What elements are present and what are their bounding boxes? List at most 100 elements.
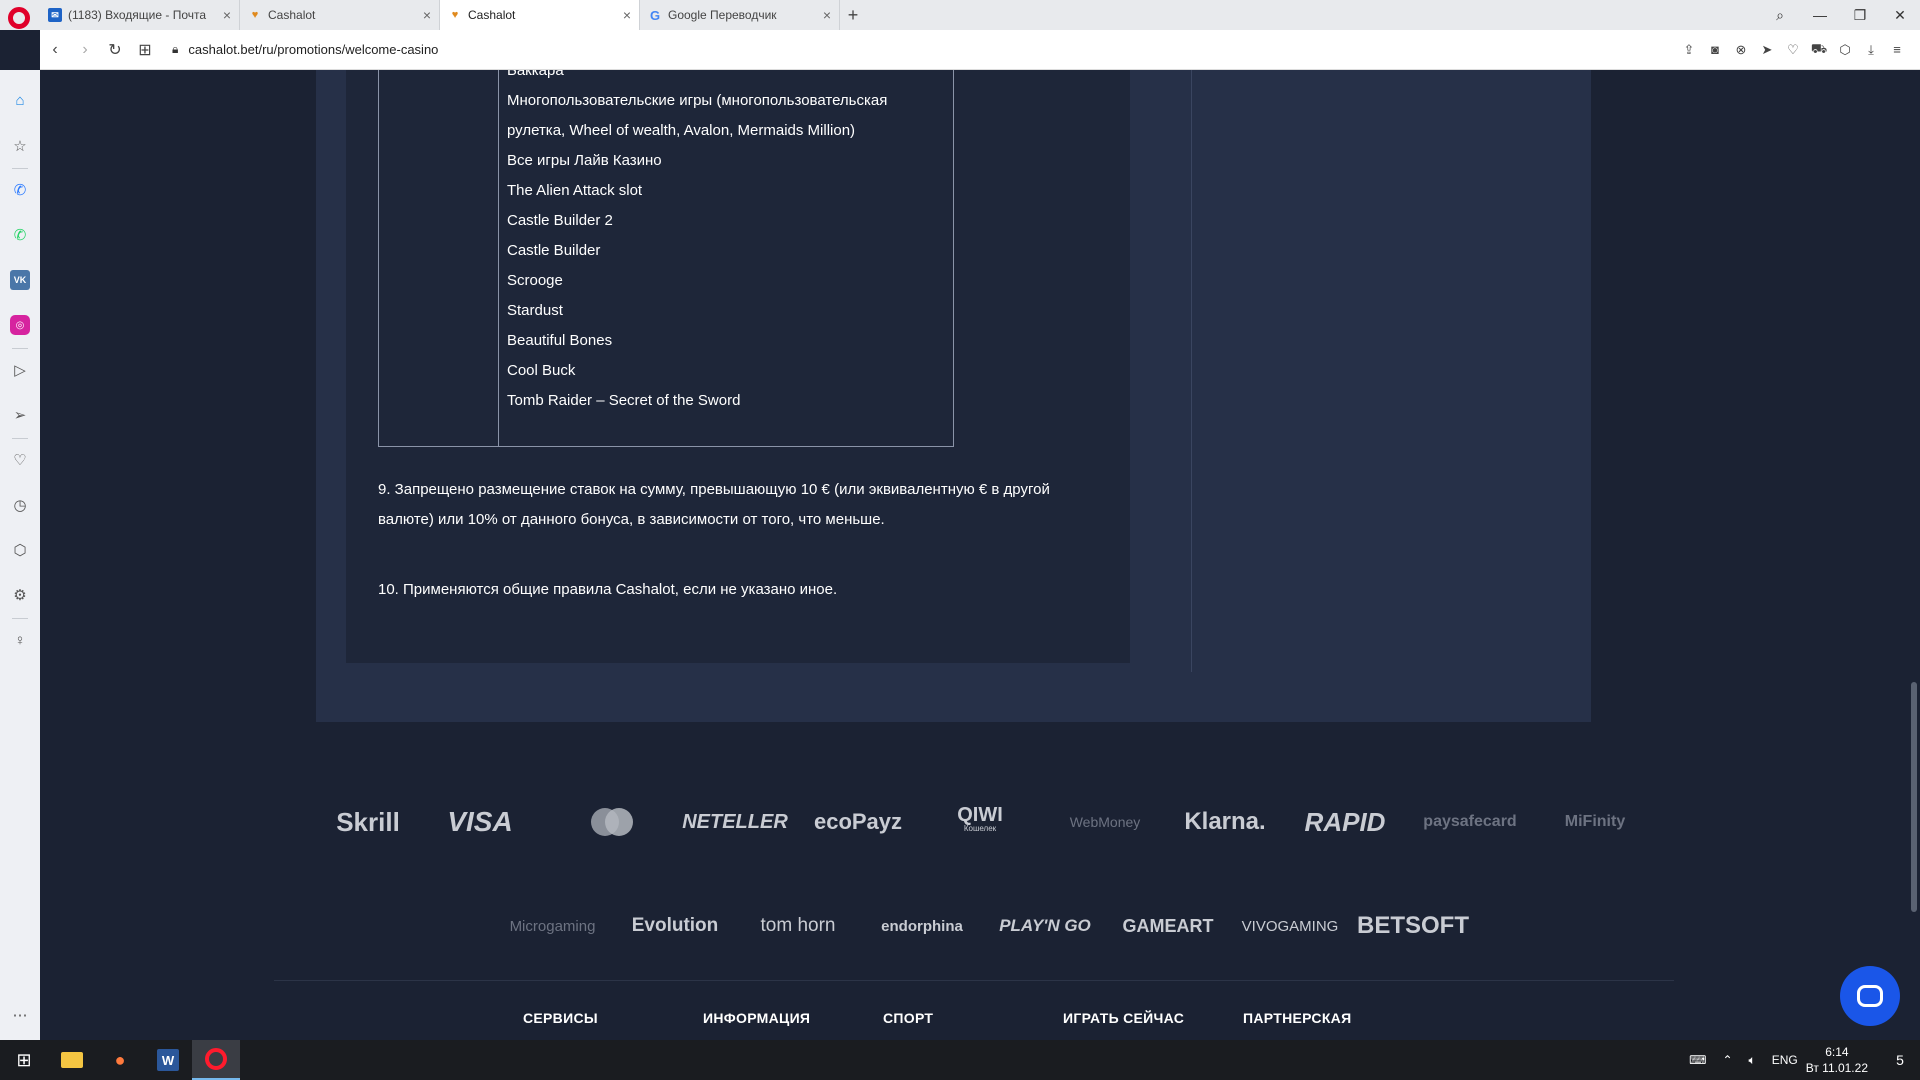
restore-icon[interactable]: ❐	[1840, 7, 1880, 24]
camera-icon[interactable]: ◙	[1702, 42, 1728, 57]
heart-icon[interactable]: ♡	[1780, 42, 1806, 58]
taskbar-opera[interactable]	[192, 1040, 240, 1080]
lightbulb-icon[interactable]: ♀	[10, 630, 30, 650]
page-scrollbar[interactable]	[1908, 70, 1920, 1040]
drop-icon: ●	[114, 1049, 126, 1070]
tab-strip: ✉ (1183) Входящие - Почта × ♥ Cashalot ×…	[0, 0, 1920, 30]
speed-dial-icon[interactable]: ⊞	[130, 40, 160, 60]
settings-icon[interactable]: ⚙	[10, 585, 30, 605]
payment-logos: Skrill VISA NETELLER ecoPayz QIWI Кошеле…	[40, 792, 1920, 852]
volume-icon[interactable]: 🔈︎	[1749, 1053, 1756, 1068]
rule-9-line-1: 9. Запрещено размещение ставок на сумму,…	[378, 481, 1050, 498]
footer-nav-information[interactable]: ИНФОРМАЦИЯ	[703, 1010, 810, 1026]
history-icon[interactable]: ◷	[10, 495, 30, 515]
list-item: Многопользовательские игры (многопользов…	[507, 92, 888, 109]
mifinity-logo: MiFinity	[1564, 813, 1626, 830]
opera-menu-icon[interactable]	[8, 7, 30, 29]
instagram-icon[interactable]: ◎	[10, 315, 30, 335]
messenger-icon[interactable]: ✆	[10, 180, 30, 200]
qiwi-sub: Кошелек	[963, 824, 997, 833]
chat-icon	[1857, 985, 1883, 1007]
taskbar-app-drop[interactable]: ●	[96, 1040, 144, 1080]
tabs: ✉ (1183) Входящие - Почта × ♥ Cashalot ×…	[40, 0, 866, 30]
cashalot-icon: ♥	[451, 9, 459, 21]
more-icon[interactable]: ⋯	[10, 1005, 30, 1025]
search-tabs-icon[interactable]: ⌕	[1760, 7, 1800, 24]
scrollbar-thumb[interactable]	[1911, 682, 1917, 912]
sidebar-divider	[12, 348, 28, 349]
microgaming-logo: Microgaming	[509, 917, 596, 935]
share-icon[interactable]: ⇪	[1676, 42, 1702, 58]
heart-icon[interactable]: ♡	[10, 450, 30, 470]
tab-cashalot-1[interactable]: ♥ Cashalot ×	[240, 0, 440, 30]
new-tab-button[interactable]: +	[840, 0, 866, 30]
whatsapp-icon[interactable]: ✆	[10, 225, 30, 245]
cube-icon[interactable]: ⬡	[1832, 42, 1858, 58]
folder-icon	[61, 1052, 83, 1068]
tab-mail[interactable]: ✉ (1183) Входящие - Почта ×	[40, 0, 240, 30]
windows-taskbar: ⊞ ● W ⌨ ⌃ 🔈︎ ENG 6:14 Вт 11.01.22 5	[0, 1040, 1920, 1080]
chevron-up-icon[interactable]: ⌃	[1722, 1053, 1732, 1067]
send-icon[interactable]: ➤	[1754, 42, 1780, 58]
list-item: Castle Builder 2	[507, 212, 613, 229]
gameart-logo: GAMEART	[1122, 915, 1214, 936]
toolbar-icons: ⇪ ◙ ⊗ ➤ ♡ ⛟ ⬡ ⤓ ≡	[1676, 41, 1910, 59]
live-chat-button[interactable]	[1840, 966, 1900, 1026]
endorphina-logo: endorphina	[881, 917, 963, 935]
clock[interactable]: 6:14 Вт 11.01.22	[1806, 1044, 1868, 1076]
forward-icon[interactable]: ›	[70, 41, 100, 59]
tab-close-icon[interactable]: ×	[623, 7, 631, 23]
footer-nav-services[interactable]: СЕРВИСЫ	[523, 1010, 598, 1026]
footer-nav-affiliate[interactable]: ПАРТНЕРСКАЯ	[1243, 1010, 1351, 1026]
excluded-games-table: Баккара Многопользовательские игры (мног…	[378, 70, 954, 447]
start-button[interactable]: ⊞	[0, 1040, 48, 1080]
column-divider	[1191, 70, 1192, 672]
tab-close-icon[interactable]: ×	[823, 7, 831, 23]
send-icon[interactable]: ➢	[10, 405, 30, 425]
url-field[interactable]: cashalot.bet/ru/promotions/welcome-casin…	[188, 42, 1676, 57]
word-icon: W	[157, 1049, 179, 1071]
clock-time: 6:14	[1825, 1045, 1849, 1059]
player-icon[interactable]: ▷	[10, 360, 30, 380]
sidebar-divider	[12, 438, 28, 439]
list-item: рулетка, Wheel of wealth, Avalon, Mermai…	[507, 122, 856, 139]
language-indicator[interactable]: ENG	[1772, 1053, 1798, 1067]
webmoney-logo: WebMoney	[1069, 814, 1141, 830]
cube-icon[interactable]: ⬡	[10, 540, 30, 560]
notifications-icon[interactable]: 5	[1880, 1040, 1920, 1080]
minimize-icon[interactable]: —	[1800, 7, 1840, 23]
rule-10: 10. Применяются общие правила Cashalot, …	[378, 581, 838, 598]
footer-nav-play-now[interactable]: ИГРАТЬ СЕЙЧАС	[1063, 1010, 1184, 1026]
star-icon[interactable]: ☆	[10, 136, 30, 156]
tab-cashalot-2[interactable]: ♥ Cashalot ×	[440, 0, 640, 30]
close-window-icon[interactable]: ✕	[1880, 7, 1920, 24]
rule-9-line-2: валюте) или 10% от данного бонуса, в зав…	[378, 511, 885, 528]
keyboard-icon[interactable]: ⌨	[1689, 1053, 1706, 1067]
home-icon[interactable]: ⌂	[10, 90, 30, 110]
adblock-icon[interactable]: ⊗	[1728, 42, 1754, 58]
vk-icon[interactable]: VK	[10, 270, 30, 290]
list-item: Scrooge	[507, 272, 563, 289]
tab-close-icon[interactable]: ×	[423, 7, 431, 23]
back-icon[interactable]: ‹	[40, 41, 70, 59]
taskbar-explorer[interactable]	[48, 1040, 96, 1080]
tab-close-icon[interactable]: ×	[223, 7, 231, 23]
sidebar-divider	[12, 168, 28, 169]
lock-icon[interactable]: 🔒︎	[172, 42, 178, 57]
tab-google-translate[interactable]: G Google Переводчик ×	[640, 0, 840, 30]
google-translate-icon: G	[649, 7, 661, 23]
provider-logos: Microgaming Evolution tom horn endorphin…	[40, 896, 1920, 956]
taskbar-word[interactable]: W	[144, 1040, 192, 1080]
reload-icon[interactable]: ↻	[100, 40, 130, 60]
menu-icon[interactable]: ≡	[1884, 42, 1910, 57]
playngo-logo: PLAY'N GO	[999, 916, 1091, 935]
download-icon[interactable]: ⤓	[1858, 42, 1884, 58]
klarna-logo: Klarna.	[1184, 808, 1266, 835]
vivogaming-logo: VIVOGAMING	[1241, 917, 1339, 935]
list-item: Beautiful Bones	[507, 332, 613, 349]
footer-nav-sport[interactable]: СПОРТ	[883, 1010, 933, 1026]
cart-icon[interactable]: ⛟	[1806, 41, 1832, 59]
list-item: Баккара	[507, 70, 564, 79]
tomhorn-logo: tom horn	[760, 915, 836, 936]
ecopayz-logo: ecoPayz	[813, 809, 903, 834]
